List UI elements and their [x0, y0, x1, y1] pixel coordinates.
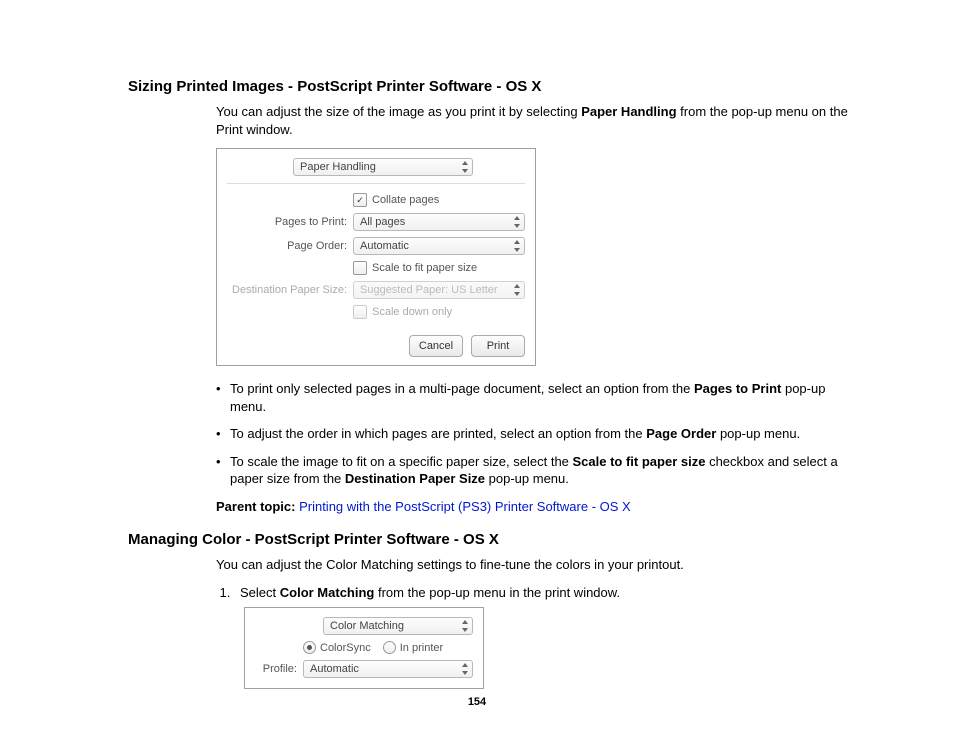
pages-to-print-row: Pages to Print: All pages [227, 213, 525, 231]
profile-value: Automatic [310, 663, 359, 675]
destination-size-label: Destination Paper Size: [227, 284, 353, 296]
b3e: pop-up menu. [485, 471, 569, 486]
in-printer-label: In printer [400, 642, 443, 654]
intro-text-pre: You can adjust the size of the image as … [216, 104, 581, 119]
b2b: Page Order [646, 426, 716, 441]
scale-down-row: Scale down only [227, 305, 525, 319]
destination-size-row: Destination Paper Size: Suggested Paper:… [227, 281, 525, 299]
step-1: Select Color Matching from the pop-up me… [234, 584, 864, 602]
b3a: To scale the image to fit on a specific … [230, 454, 573, 469]
scale-fit-row: Scale to fit paper size [227, 261, 525, 275]
cancel-button[interactable]: Cancel [409, 335, 463, 357]
parent-topic-label: Parent topic: [216, 499, 299, 514]
popup-menu-value: Paper Handling [300, 161, 376, 173]
document-page: Sizing Printed Images - PostScript Print… [0, 0, 954, 738]
parent-topic: Parent topic: Printing with the PostScri… [216, 498, 864, 516]
updown-arrows-icon [513, 239, 521, 253]
profile-row: Profile: Automatic [255, 660, 473, 678]
b2a: To adjust the order in which pages are p… [230, 426, 646, 441]
b3b: Scale to fit paper size [573, 454, 706, 469]
section2-intro: You can adjust the Color Matching settin… [216, 556, 864, 574]
section2-body: You can adjust the Color Matching settin… [216, 556, 864, 689]
s1a: Select [240, 585, 280, 600]
b1b: Pages to Print [694, 381, 781, 396]
page-order-row: Page Order: Automatic [227, 237, 525, 255]
page-number: 154 [0, 696, 954, 708]
scale-down-checkbox [353, 305, 367, 319]
updown-arrows-icon [461, 160, 469, 174]
menu-row-2: Color Matching [255, 617, 473, 635]
in-printer-option[interactable]: In printer [383, 641, 443, 654]
dialog-button-row: Cancel Print [227, 327, 525, 357]
intro-bold: Paper Handling [581, 104, 676, 119]
menu-row: Paper Handling [227, 158, 525, 176]
popup-menu-select-2[interactable]: Color Matching [323, 617, 473, 635]
page-order-label: Page Order: [227, 240, 353, 252]
popup-menu-value-2: Color Matching [330, 620, 404, 632]
s1c: from the pop-up menu in the print window… [374, 585, 620, 600]
parent-topic-link[interactable]: Printing with the PostScript (PS3) Print… [299, 499, 631, 514]
bullet-2: To adjust the order in which pages are p… [216, 425, 864, 443]
color-mode-radios: ColorSync In printer [303, 641, 473, 654]
destination-size-select: Suggested Paper: US Letter [353, 281, 525, 299]
section2-steps: Select Color Matching from the pop-up me… [216, 584, 864, 602]
section1-heading: Sizing Printed Images - PostScript Print… [128, 78, 864, 95]
updown-arrows-icon [513, 215, 521, 229]
collate-checkbox[interactable]: ✓ [353, 193, 367, 207]
section2-heading: Managing Color - PostScript Printer Soft… [128, 531, 864, 548]
in-printer-radio[interactable] [383, 641, 396, 654]
colorsync-option[interactable]: ColorSync [303, 641, 371, 654]
b2c: pop-up menu. [716, 426, 800, 441]
radio-dot-icon [307, 645, 312, 650]
scale-fit-label: Scale to fit paper size [372, 262, 477, 274]
color-matching-dialog: Color Matching ColorSync In printer Prof… [244, 607, 484, 689]
page-order-value: Automatic [360, 240, 409, 252]
colorsync-label: ColorSync [320, 642, 371, 654]
updown-arrows-icon [513, 283, 521, 297]
divider [227, 183, 525, 184]
pages-to-print-value: All pages [360, 216, 405, 228]
collate-label: Collate pages [372, 194, 439, 206]
b3d: Destination Paper Size [345, 471, 485, 486]
updown-arrows-icon [461, 662, 469, 676]
print-button[interactable]: Print [471, 335, 525, 357]
popup-menu-select[interactable]: Paper Handling [293, 158, 473, 176]
section1-body: You can adjust the size of the image as … [216, 103, 864, 515]
s1b: Color Matching [280, 585, 375, 600]
b1a: To print only selected pages in a multi-… [230, 381, 694, 396]
paper-handling-dialog: Paper Handling ✓ Collate pages Pages to … [216, 148, 536, 366]
destination-size-value: Suggested Paper: US Letter [360, 284, 498, 296]
profile-label: Profile: [255, 663, 303, 675]
scale-fit-checkbox[interactable] [353, 261, 367, 275]
bullet-3: To scale the image to fit on a specific … [216, 453, 864, 488]
bullet-1: To print only selected pages in a multi-… [216, 380, 864, 415]
section1-bullets: To print only selected pages in a multi-… [216, 380, 864, 488]
colorsync-radio[interactable] [303, 641, 316, 654]
updown-arrows-icon [461, 619, 469, 633]
section1-intro: You can adjust the size of the image as … [216, 103, 864, 138]
collate-row: ✓ Collate pages [227, 193, 525, 207]
page-order-select[interactable]: Automatic [353, 237, 525, 255]
scale-down-label: Scale down only [372, 306, 452, 318]
profile-select[interactable]: Automatic [303, 660, 473, 678]
pages-to-print-select[interactable]: All pages [353, 213, 525, 231]
pages-to-print-label: Pages to Print: [227, 216, 353, 228]
